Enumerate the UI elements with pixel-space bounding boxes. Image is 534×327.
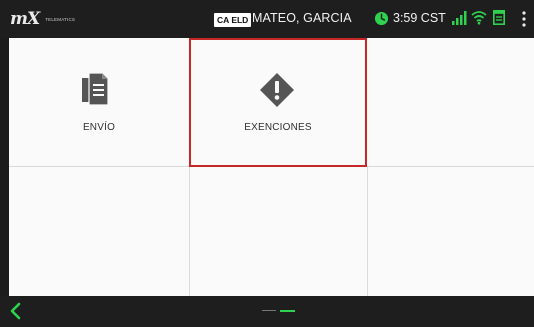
tile-empty — [9, 167, 190, 296]
exemption-warning-icon — [260, 73, 294, 107]
tile-empty — [367, 38, 534, 167]
navigation-bar — [0, 296, 534, 327]
device-screen: mX TELEMATICS CA ELD MATEO, GARCIA 3:59 … — [0, 0, 534, 327]
eld-certification-badge: CA ELD — [214, 13, 252, 27]
page-indicator-inactive[interactable] — [262, 310, 276, 311]
tile-exenciones[interactable]: EXENCIONES — [189, 38, 367, 167]
tile-label-exenciones: EXENCIONES — [244, 122, 312, 133]
tile-empty — [190, 167, 368, 296]
page-indicator — [262, 310, 296, 312]
page-indicator-active[interactable] — [280, 310, 295, 312]
logo-subtitle: TELEMATICS — [45, 16, 76, 22]
clock-time: 3:59 CST — [393, 11, 446, 25]
tile-empty — [368, 167, 534, 296]
logs-document-icon[interactable] — [493, 10, 505, 25]
chevron-left-icon[interactable] — [8, 302, 22, 320]
tile-envio[interactable]: ENVÍO — [9, 38, 190, 167]
duty-clock-icon[interactable] — [374, 11, 389, 26]
status-bar: mX TELEMATICS CA ELD MATEO, GARCIA 3:59 … — [0, 0, 534, 38]
tile-label-envio: ENVÍO — [82, 122, 116, 133]
menu-grid: ENVÍO EXENCIONES — [9, 38, 534, 296]
driver-name[interactable]: MATEO, GARCIA — [252, 11, 352, 25]
brand-logo: mX TELEMATICS — [10, 9, 76, 29]
cellular-signal-icon — [452, 11, 467, 25]
logo-mark: mX — [10, 9, 40, 29]
wifi-icon — [471, 11, 487, 25]
overflow-menu-icon[interactable] — [522, 11, 526, 27]
documents-icon — [82, 72, 109, 106]
